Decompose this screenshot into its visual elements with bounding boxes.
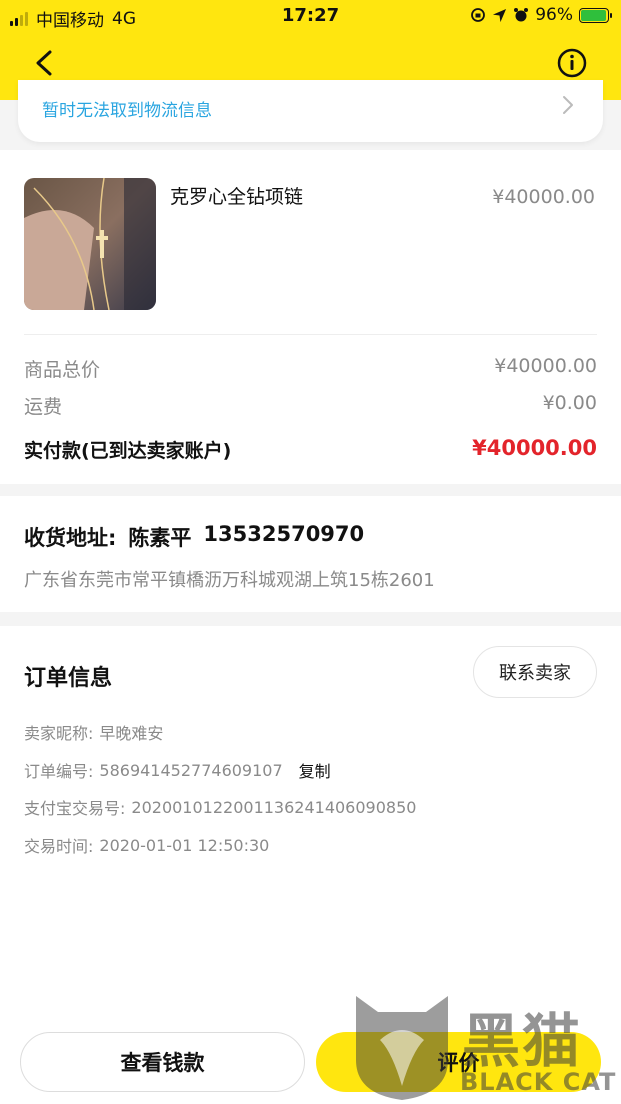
subtotal-value: ¥40000.00 xyxy=(494,355,597,377)
subtotal-row: 商品总价 ¥40000.00 xyxy=(24,355,597,385)
battery-percent: 96% xyxy=(535,5,573,25)
logistics-status: 暂时无法取到物流信息 xyxy=(42,101,212,121)
alipay-label: 支付宝交易号: xyxy=(24,799,126,818)
product-title[interactable]: 克罗心全钻项链 xyxy=(170,182,303,209)
product-section: 克罗心全钻项链 ¥40000.00 商品总价 ¥40000.00 运费 ¥0.0… xyxy=(0,150,621,484)
order-number-line: 订单编号: 586941452774609107 复制 xyxy=(24,758,331,782)
alipay-line: 支付宝交易号: 2020010122001136241406090850 xyxy=(24,795,416,819)
seller-line: 卖家昵称: 早晚难安 xyxy=(24,720,163,744)
seller-label: 卖家昵称: xyxy=(24,724,94,743)
back-icon[interactable] xyxy=(28,44,62,82)
recipient-name: 陈素平 xyxy=(128,526,192,550)
info-icon[interactable] xyxy=(557,48,587,78)
review-button[interactable]: 评价 xyxy=(316,1032,601,1092)
rotation-lock-icon xyxy=(471,8,486,22)
alipay-value: 2020010122001136241406090850 xyxy=(131,797,417,817)
status-bar: 中国移动 4G 17:27 96% xyxy=(0,0,621,32)
view-money-button[interactable]: 查看钱款 xyxy=(20,1032,305,1092)
battery-icon xyxy=(579,7,612,23)
logistics-card[interactable]: 暂时无法取到物流信息 xyxy=(18,80,603,142)
total-label: 实付款(已到达卖家账户) xyxy=(24,440,232,462)
order-number-value: 586941452774609107 xyxy=(99,760,283,780)
contact-seller-button[interactable]: 联系卖家 xyxy=(473,646,597,698)
copy-button[interactable]: 复制 xyxy=(299,758,331,782)
seller-value: 早晚难安 xyxy=(99,724,164,743)
bottom-action-bar: 查看钱款 评价 xyxy=(0,1028,621,1104)
shipping-row: 运费 ¥0.00 xyxy=(24,392,597,422)
time-label: 交易时间: xyxy=(24,837,94,856)
shipping-label: 运费 xyxy=(24,396,63,418)
order-title: 订单信息 xyxy=(24,666,113,691)
total-row: 实付款(已到达卖家账户) ¥40000.00 xyxy=(24,436,597,466)
recipient-phone: 13532570970 xyxy=(203,522,365,546)
location-arrow-icon xyxy=(493,8,507,22)
total-value: ¥40000.00 xyxy=(472,436,597,460)
time-value: 2020-01-01 12:50:30 xyxy=(99,835,270,855)
shipping-value: ¥0.00 xyxy=(542,392,597,414)
address-header: 收货地址: 陈素平 13532570970 xyxy=(24,522,364,552)
product-price: ¥40000.00 xyxy=(492,186,595,208)
status-right: 96% xyxy=(470,5,612,25)
product-thumbnail[interactable] xyxy=(24,178,156,310)
chevron-right-icon xyxy=(563,96,573,114)
address-section: 收货地址: 陈素平 13532570970 广东省东莞市常平镇橋沥万科城观湖上筑… xyxy=(0,496,621,612)
order-number-label: 订单编号: xyxy=(24,762,94,781)
address-detail: 广东省东莞市常平镇橋沥万科城观湖上筑15栋2601 xyxy=(24,570,435,591)
time-line: 交易时间: 2020-01-01 12:50:30 xyxy=(24,833,269,857)
address-label: 收货地址: xyxy=(24,526,117,550)
divider xyxy=(24,334,597,335)
alarm-icon xyxy=(514,8,529,22)
subtotal-label: 商品总价 xyxy=(24,359,101,381)
